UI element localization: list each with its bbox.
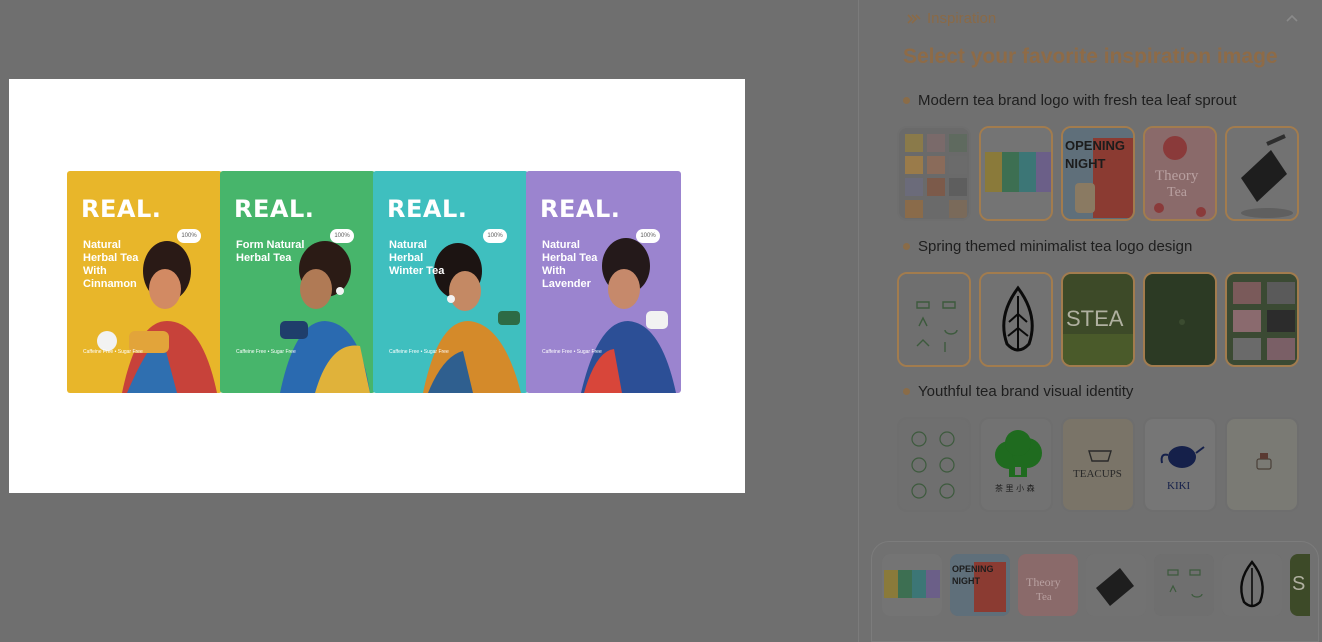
package-brand: REAL.: [387, 195, 468, 223]
thumb-tea-bag[interactable]: [1225, 126, 1299, 221]
tree-caption: 茶 里 小 森: [995, 483, 1035, 493]
tree-house-image: 茶 里 小 森: [981, 419, 1051, 510]
thumb-line-icons[interactable]: [897, 417, 971, 512]
package-badge: 100%: [177, 229, 201, 243]
theory-text: Theory: [1155, 168, 1199, 184]
thumb-stea[interactable]: STEA: [1061, 272, 1135, 367]
tea-boxes-image: [981, 128, 1051, 219]
strip-tea-icons[interactable]: [1154, 554, 1214, 616]
thumb-row: OPENING NIGHT Theory Tea: [897, 126, 1299, 221]
leaf-emblem-image: [981, 274, 1051, 365]
thumb-teacups[interactable]: TEACUPS: [1061, 417, 1135, 512]
selected-tray: OPENING NIGHT Theory Tea S: [871, 541, 1319, 642]
opening-night-image: OPENING NIGHT: [1063, 128, 1133, 219]
tea-text: Tea: [1167, 185, 1188, 200]
package-name: Form Natural Herbal Tea: [236, 239, 305, 264]
package-name: Natural Herbal Tea With Lavender: [542, 239, 598, 290]
inspiration-header[interactable]: Inspiration: [907, 10, 996, 27]
package-footer: Caffeine Free • Sugar Free: [236, 349, 296, 355]
bullet-dot: [903, 97, 910, 104]
tea-package-3: REAL. Natural Herbal Winter Tea 100% Caf…: [373, 171, 528, 393]
kiki-teapot-image: KIKI: [1145, 419, 1215, 510]
theory-tea-image: Theory Tea: [1018, 554, 1078, 616]
dark-green-image: [1145, 274, 1215, 365]
group-label-text: Youthful tea brand visual identity: [918, 383, 1134, 400]
selected-strip[interactable]: OPENING NIGHT Theory Tea S: [882, 554, 1310, 616]
thumb-row: STEA: [897, 272, 1299, 367]
inspiration-panel: Inspiration Select your favorite inspira…: [858, 0, 1322, 642]
package-footer: Caffeine Free • Sugar Free: [389, 349, 449, 355]
tea-cup-logo-image: [1227, 419, 1297, 510]
thumb-theory-tea[interactable]: Theory Tea: [1143, 126, 1217, 221]
strip-tea-boxes[interactable]: [882, 554, 942, 616]
package-footer: Caffeine Free • Sugar Free: [542, 349, 602, 355]
page-title: Select your favorite inspiration image: [903, 45, 1278, 68]
thumb-collage[interactable]: [897, 126, 971, 221]
theory-tea-image: Theory Tea: [1145, 128, 1215, 219]
opening-text: OPENING: [952, 564, 994, 574]
sparkle-icon: [907, 13, 921, 24]
leaf-emblem-image: [1222, 554, 1282, 616]
line-icons-image: [899, 419, 969, 510]
stea-image: STEA: [1063, 274, 1133, 365]
thumb-leaf-emblem[interactable]: [979, 272, 1053, 367]
strip-theory-tea[interactable]: Theory Tea: [1018, 554, 1078, 616]
tea-package-2: REAL. Form Natural Herbal Tea 100% Caffe…: [220, 171, 375, 393]
tea-text: Tea: [1036, 591, 1052, 603]
package-brand: REAL.: [540, 195, 621, 223]
night-text: NIGHT: [952, 576, 981, 586]
inspiration-title: Inspiration: [927, 10, 997, 27]
strip-tea-bag[interactable]: [1086, 554, 1146, 616]
tea-package-row: REAL. Natural Herbal Tea With Cinnamon 1…: [67, 171, 687, 393]
group-label: Spring themed minimalist tea logo design: [903, 238, 1192, 255]
theory-text: Theory: [1026, 575, 1061, 589]
thumb-tea-grid[interactable]: [1225, 272, 1299, 367]
stea-image: S: [1290, 554, 1310, 616]
package-brand: REAL.: [81, 195, 162, 223]
thumb-tea-icons[interactable]: [897, 272, 971, 367]
teacups-image: TEACUPS: [1063, 419, 1133, 510]
s-text: S: [1292, 573, 1305, 595]
thumb-opening-night[interactable]: OPENING NIGHT: [1061, 126, 1135, 221]
thumb-row: 茶 里 小 森 TEACUPS KIKI: [897, 417, 1299, 512]
thumb-tea-boxes[interactable]: [979, 126, 1053, 221]
thumb-tea-cup-logo[interactable]: [1225, 417, 1299, 512]
collage-image: [899, 128, 969, 219]
tea-package-4: REAL. Natural Herbal Tea With Lavender 1…: [526, 171, 681, 393]
opening-text: OPENING: [1065, 138, 1125, 153]
tea-bag-image: [1086, 554, 1146, 616]
package-badge: 100%: [636, 229, 660, 243]
thumb-kiki-teapot[interactable]: KIKI: [1143, 417, 1217, 512]
night-text: NIGHT: [1065, 156, 1106, 171]
bullet-dot: [903, 243, 910, 250]
chevron-up-icon[interactable]: [1285, 13, 1299, 23]
lightbox-image[interactable]: REAL. Natural Herbal Tea With Cinnamon 1…: [9, 79, 745, 493]
group-label: Youthful tea brand visual identity: [903, 383, 1133, 400]
strip-opening-night[interactable]: OPENING NIGHT: [950, 554, 1010, 616]
tea-bag-image: [1227, 128, 1297, 219]
group-label-text: Spring themed minimalist tea logo design: [918, 238, 1193, 255]
bullet-dot: [903, 388, 910, 395]
strip-stea[interactable]: S: [1290, 554, 1310, 616]
opening-night-image: OPENING NIGHT: [950, 554, 1010, 616]
package-badge: 100%: [330, 229, 354, 243]
package-name: Natural Herbal Winter Tea: [389, 239, 445, 277]
tea-package-1: REAL. Natural Herbal Tea With Cinnamon 1…: [67, 171, 222, 393]
package-name: Natural Herbal Tea With Cinnamon: [83, 239, 139, 290]
strip-leaf-emblem[interactable]: [1222, 554, 1282, 616]
tea-icons-image: [899, 274, 969, 365]
package-badge: 100%: [483, 229, 507, 243]
package-brand: REAL.: [234, 195, 315, 223]
group-label-text: Modern tea brand logo with fresh tea lea…: [918, 92, 1237, 109]
stea-text: STEA: [1066, 306, 1124, 331]
teacups-text: TEACUPS: [1073, 468, 1122, 480]
tea-icons-image: [1154, 554, 1214, 616]
kiki-text: KIKI: [1167, 480, 1191, 492]
thumb-tree-house[interactable]: 茶 里 小 森: [979, 417, 1053, 512]
package-footer: Caffeine Free • Sugar Free: [83, 349, 143, 355]
tea-grid-image: [1227, 274, 1297, 365]
group-label: Modern tea brand logo with fresh tea lea…: [903, 92, 1237, 109]
thumb-dark-green[interactable]: [1143, 272, 1217, 367]
tea-boxes-image: [882, 554, 942, 616]
